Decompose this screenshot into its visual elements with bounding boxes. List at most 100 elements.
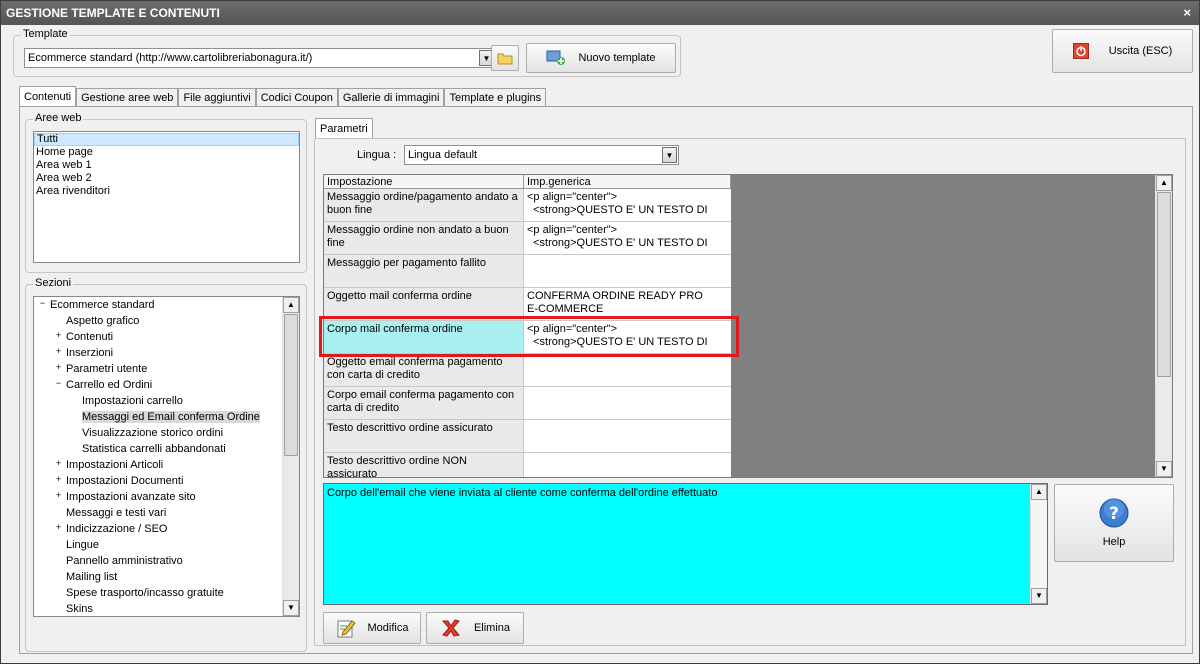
tree-item[interactable]: − Ecommerce standard <box>34 297 282 313</box>
list-item-label: Area web 1 <box>36 159 92 171</box>
scroll-down-icon[interactable]: ▼ <box>1156 461 1172 477</box>
tree-item[interactable]: Mailing list <box>34 569 282 585</box>
tab-template-plugins[interactable]: Template e plugins <box>444 88 547 107</box>
setting-name-cell[interactable]: Testo descrittivo ordine NON assicurato <box>324 453 524 477</box>
tree-item[interactable]: Visualizzazione storico ordini <box>34 425 282 441</box>
collapse-icon[interactable]: − <box>54 378 63 389</box>
exit-button[interactable]: Uscita (ESC) <box>1052 29 1193 73</box>
tab-parametri[interactable]: Parametri <box>315 118 373 139</box>
tree-item[interactable]: + Impostazioni Articoli <box>34 457 282 473</box>
scroll-up-icon[interactable]: ▲ <box>283 297 299 313</box>
table-row[interactable]: Corpo email conferma pagamento con carta… <box>324 387 731 420</box>
exit-label: Uscita (ESC) <box>1108 45 1173 57</box>
template-select[interactable]: Ecommerce standard (http://www.cartolibr… <box>24 48 496 68</box>
expand-icon[interactable]: + <box>54 330 63 341</box>
template-group-label: Template <box>21 28 70 40</box>
setting-name-cell[interactable]: Corpo email conferma pagamento con carta… <box>324 387 524 419</box>
collapse-icon[interactable]: − <box>38 298 47 309</box>
expand-icon[interactable]: + <box>54 458 63 469</box>
setting-value-cell[interactable] <box>524 354 731 386</box>
tree-item[interactable]: Aspetto grafico <box>34 313 282 329</box>
chevron-down-icon[interactable]: ▼ <box>662 147 677 163</box>
tree-item[interactable]: Messaggi ed Email conferma Ordine <box>34 409 282 425</box>
tree-item[interactable]: Impostazioni carrello <box>34 393 282 409</box>
expand-icon[interactable]: + <box>54 522 63 533</box>
new-template-button[interactable]: Nuovo template <box>526 43 676 73</box>
scroll-up-icon[interactable]: ▲ <box>1156 175 1172 191</box>
tree-item[interactable]: Skins <box>34 601 282 616</box>
modifica-button[interactable]: Modifica <box>323 612 421 644</box>
tab-label: Contenuti <box>24 91 72 103</box>
list-item[interactable]: Home page <box>34 146 299 159</box>
column-header-imp-generica[interactable]: Imp.generica <box>524 175 731 188</box>
elimina-button[interactable]: Elimina <box>426 612 524 644</box>
table-row[interactable]: Messaggio per pagamento fallito <box>324 255 731 288</box>
scroll-down-icon[interactable]: ▼ <box>283 600 299 616</box>
setting-value-cell[interactable] <box>524 453 731 477</box>
table-row[interactable]: Oggetto email conferma pagamento con car… <box>324 354 731 387</box>
tree-item[interactable]: + Impostazioni Documenti <box>34 473 282 489</box>
tab-gallerie-immagini[interactable]: Gallerie di immagini <box>337 88 445 107</box>
expand-icon[interactable]: + <box>54 362 63 373</box>
setting-name-cell[interactable]: Messaggio ordine/pagamento andato a buon… <box>324 189 524 221</box>
tab-file-aggiuntivi[interactable]: File aggiuntivi <box>178 88 256 107</box>
list-item[interactable]: Area rivenditori <box>34 185 299 198</box>
tree-item[interactable]: + Contenuti <box>34 329 282 345</box>
tree-item[interactable]: + Impostazioni avanzate sito <box>34 489 282 505</box>
tree-item[interactable]: Pannello amministrativo <box>34 553 282 569</box>
close-icon[interactable]: × <box>1183 1 1191 25</box>
description-scrollbar[interactable]: ▲ ▼ <box>1030 484 1047 604</box>
table-row[interactable]: Testo descrittivo ordine NON assicurato <box>324 453 731 477</box>
highlight-frame <box>319 316 739 357</box>
expand-icon[interactable]: + <box>54 490 63 501</box>
sezioni-tree[interactable]: − Ecommerce standard Aspetto grafico + Conte… <box>33 296 300 617</box>
setting-value-cell[interactable] <box>524 387 731 419</box>
scroll-down-icon[interactable]: ▼ <box>1031 588 1047 604</box>
help-button[interactable]: ? Help <box>1054 484 1174 562</box>
scroll-up-icon[interactable]: ▲ <box>1031 484 1047 500</box>
setting-name-cell[interactable]: Testo descrittivo ordine assicurato <box>324 420 524 452</box>
tree-item-label: Impostazioni Articoli <box>66 459 164 471</box>
setting-name-cell[interactable]: Oggetto email conferma pagamento con car… <box>324 354 524 386</box>
delete-icon <box>441 619 460 637</box>
tree-item[interactable]: Lingue <box>34 537 282 553</box>
table-row[interactable]: Messaggio ordine non andato a buon fine <… <box>324 222 731 255</box>
tab-gestione-aree-web[interactable]: Gestione aree web <box>76 88 179 107</box>
template-group: Template Ecommerce standard (http://www.… <box>13 28 681 77</box>
setting-name-cell[interactable]: Messaggio per pagamento fallito <box>324 255 524 287</box>
folder-icon <box>497 53 513 64</box>
tree-item[interactable]: Messaggi e testi vari <box>34 505 282 521</box>
setting-name-cell[interactable]: Messaggio ordine non andato a buon fine <box>324 222 524 254</box>
tree-item[interactable]: Spese trasporto/incasso gratuite <box>34 585 282 601</box>
tree-item[interactable]: + Indicizzazione / SEO <box>34 521 282 537</box>
tree-item-label: Inserzioni <box>66 347 114 359</box>
scroll-thumb[interactable] <box>284 314 298 456</box>
tree-item[interactable]: − Carrello ed Ordini <box>34 377 282 393</box>
tab-contenuti[interactable]: Contenuti <box>19 86 77 107</box>
grid-scrollbar[interactable]: ▲ ▼ <box>1155 175 1172 477</box>
list-item[interactable]: Area web 2 <box>34 172 299 185</box>
description-textarea[interactable]: Corpo dell'email che viene inviata al cl… <box>323 483 1048 605</box>
expand-icon[interactable]: + <box>54 474 63 485</box>
sezioni-scrollbar[interactable]: ▲ ▼ <box>282 297 299 616</box>
open-folder-button[interactable] <box>491 45 519 71</box>
setting-value-cell[interactable] <box>524 255 731 287</box>
setting-value-cell[interactable] <box>524 420 731 452</box>
tree-item[interactable]: Statistica carrelli abbandonati <box>34 441 282 457</box>
lingua-select[interactable]: Lingua default ▼ <box>404 145 679 165</box>
tree-item[interactable]: + Inserzioni <box>34 345 282 361</box>
list-item[interactable]: Area web 1 <box>34 159 299 172</box>
tree-item-label: Pannello amministrativo <box>66 555 183 567</box>
aree-web-list[interactable]: Tutti Home page Area web 1 Area web 2 Ar… <box>33 131 300 263</box>
expand-icon[interactable]: + <box>54 346 63 357</box>
tab-label: Parametri <box>320 123 368 135</box>
column-header-impostazione[interactable]: Impostazione <box>324 175 524 188</box>
table-row[interactable]: Messaggio ordine/pagamento andato a buon… <box>324 189 731 222</box>
table-row[interactable]: Testo descrittivo ordine assicurato <box>324 420 731 453</box>
tree-item[interactable]: + Parametri utente <box>34 361 282 377</box>
scroll-thumb[interactable] <box>1157 192 1171 377</box>
list-item[interactable]: Tutti <box>34 133 299 146</box>
setting-value-cell[interactable]: <p align="center"> <strong>QUESTO E' UN … <box>524 189 731 221</box>
setting-value-cell[interactable]: <p align="center"> <strong>QUESTO E' UN … <box>524 222 731 254</box>
tab-codici-coupon[interactable]: Codici Coupon <box>255 88 338 107</box>
